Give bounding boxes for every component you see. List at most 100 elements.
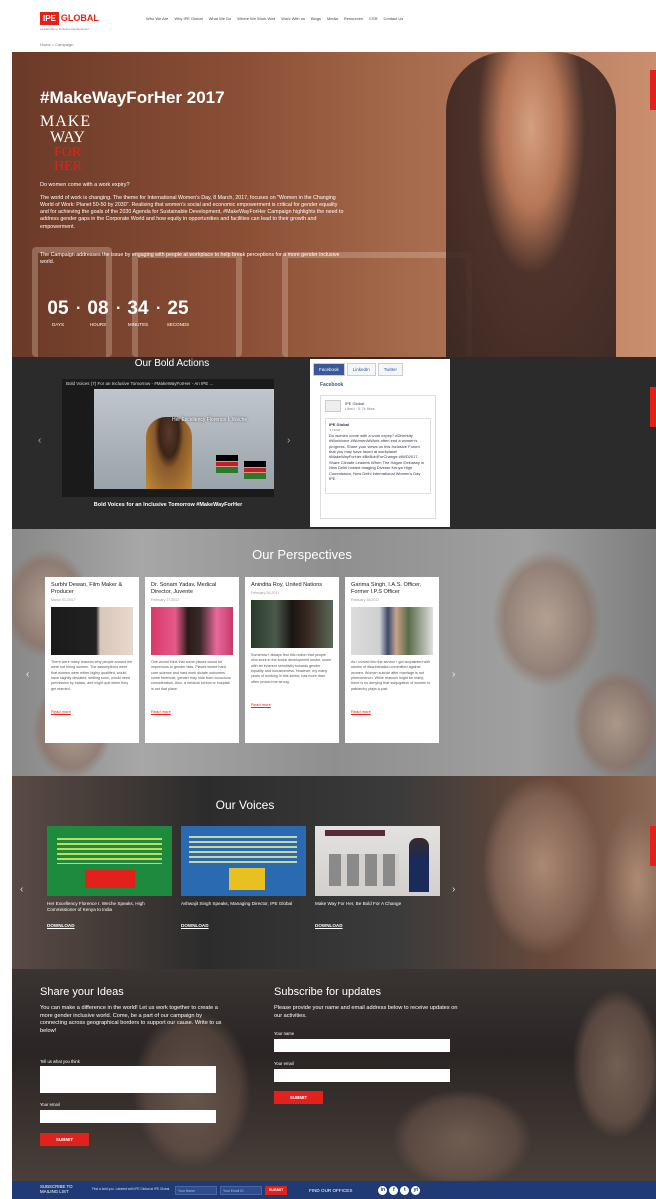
- share-submit-button[interactable]: SUBMIT: [40, 1133, 89, 1146]
- video-thumbnail: [94, 389, 274, 489]
- subscribe-email-label: Your email: [274, 1061, 294, 1066]
- social-feed-label: Facebook: [320, 382, 344, 388]
- nav-item-where-we-work[interactable]: Where We Work Well: [237, 16, 275, 21]
- carousel-prev-arrow[interactable]: ‹: [26, 669, 29, 680]
- logo-mark: IPE: [40, 11, 59, 25]
- read-more-link[interactable]: Read more: [251, 702, 333, 707]
- subscribe-submit-button[interactable]: SUBMIT: [274, 1091, 323, 1104]
- background-face: [602, 806, 656, 956]
- perspective-card: Anindita Roy, United Nations February 28…: [245, 577, 339, 743]
- read-more-link[interactable]: Read more: [351, 709, 433, 714]
- carousel-prev-arrow[interactable]: ‹: [20, 884, 23, 895]
- download-link[interactable]: DOWNLOAD: [315, 923, 440, 928]
- site-header: IPE GLOBAL Leadership in Inclusive Devel…: [0, 0, 656, 38]
- card-date: February 28,2017: [251, 590, 280, 595]
- video-player[interactable]: Bold Voices (7) For an Inclusive Tomorro…: [62, 379, 274, 497]
- nav-item-csr[interactable]: CSR: [369, 16, 377, 21]
- footer-email-input[interactable]: Your Email ID: [220, 1185, 262, 1195]
- countdown-label: SECONDS: [166, 322, 190, 327]
- main-nav: Who We Are Why IPE Global What We Do Whe…: [146, 16, 403, 21]
- nav-item-who-we-are[interactable]: Who We Are: [146, 16, 168, 21]
- download-link[interactable]: DOWNLOAD: [47, 923, 172, 928]
- carousel-next-arrow[interactable]: ›: [287, 435, 290, 446]
- nav-item-resources[interactable]: Resources: [344, 16, 363, 21]
- download-link[interactable]: DOWNLOAD: [181, 923, 306, 928]
- poster-banner: [85, 870, 135, 888]
- feed-page-likes: Liked · 5.7k likes: [345, 406, 375, 411]
- side-feedback-tab[interactable]: [650, 387, 656, 427]
- nav-item-media[interactable]: Media: [327, 16, 338, 21]
- footer-submit-button[interactable]: SUBMIT: [265, 1185, 287, 1195]
- card-date: March 02,2017: [51, 597, 75, 602]
- logo-line: WAY: [50, 129, 85, 146]
- chairs-graphic: [329, 854, 399, 886]
- countdown-days: 05 DAYS: [40, 298, 76, 327]
- subscribe-name-field[interactable]: [274, 1039, 450, 1052]
- side-feedback-tab[interactable]: [650, 826, 656, 866]
- share-title: Share your Ideas: [40, 986, 124, 998]
- voice-caption: Make Way For Her, Be Bold For A Change: [315, 901, 402, 906]
- nav-item-why-ipe[interactable]: Why IPE Global: [174, 16, 202, 21]
- social-feed-widget: Facebook LinkedIn Twitter Facebook IPE G…: [310, 359, 450, 527]
- background-face: [482, 776, 602, 956]
- feed-page-header: IPE Global Liked · 5.7k likes: [325, 400, 431, 412]
- share-subscribe-section: Share your Ideas You can make a differen…: [12, 969, 656, 1181]
- voice-poster-image[interactable]: [315, 826, 440, 896]
- perspective-card: Dr. Sonam Yadav, Medical Director, Juven…: [145, 577, 239, 743]
- nav-item-what-we-do[interactable]: What We Do: [209, 16, 232, 21]
- find-offices-link[interactable]: FIND OUR OFFICES: [309, 1188, 352, 1193]
- read-more-link[interactable]: Read more: [51, 709, 133, 714]
- perspective-card: Garima Singh, I.A.S. Officer, Former I.P…: [345, 577, 439, 743]
- background-face: [572, 989, 656, 1139]
- voice-card: Her Excellency Florence I. Weche Speaks,…: [47, 826, 172, 928]
- voice-card: Ashwajit Singh Speaks, Managing Director…: [181, 826, 306, 928]
- breadcrumb[interactable]: Home > Campaign: [40, 42, 73, 47]
- facebook-icon[interactable]: f: [389, 1185, 399, 1195]
- footer-bar: SUBSCRIBE TO MAILING LIST Find a bold yo…: [12, 1181, 656, 1199]
- carousel-next-arrow[interactable]: ›: [452, 884, 455, 895]
- poster-banner: [229, 868, 265, 890]
- kenya-flag-icon: [216, 455, 238, 473]
- carousel-prev-arrow[interactable]: ‹: [38, 435, 41, 446]
- voice-poster-image[interactable]: [47, 826, 172, 896]
- section-title: Our Voices: [215, 798, 275, 812]
- twitter-icon[interactable]: t: [400, 1185, 410, 1195]
- voices-section: Our Voices ‹ Her Excellency Florence I. …: [12, 776, 656, 969]
- subscribe-title: Subscribe for updates: [274, 986, 382, 998]
- subscribe-email-field[interactable]: [274, 1069, 450, 1082]
- nav-item-work-with-us[interactable]: Work With us: [281, 16, 305, 21]
- voice-poster-image[interactable]: [181, 826, 306, 896]
- share-email-field[interactable]: [40, 1110, 216, 1123]
- countdown-timer: 05 DAYS · 08 HOURS · 34 MINUTES · 25 SEC…: [40, 298, 196, 327]
- mailing-list-note: Find a bold you. Labeled with IPE Global…: [92, 1187, 171, 1192]
- hero-section: #MakeWayForHer 2017 MAKE WAY FOR HER Do …: [12, 52, 656, 357]
- logo-tagline: Leadership in Inclusive Development: [40, 27, 90, 31]
- poster-text-graphic: [57, 838, 162, 864]
- tab-facebook[interactable]: Facebook: [313, 363, 345, 376]
- ideas-textarea[interactable]: [40, 1066, 216, 1093]
- youtube-icon[interactable]: yt: [411, 1185, 421, 1195]
- countdown-value: 34: [127, 298, 149, 319]
- section-title: Our Perspectives: [252, 547, 352, 562]
- ipe-global-logo[interactable]: IPE GLOBAL: [40, 10, 99, 26]
- kenya-flag-icon: [244, 461, 266, 479]
- carousel-next-arrow[interactable]: ›: [452, 669, 455, 680]
- linkedin-icon[interactable]: in: [378, 1185, 388, 1195]
- tab-twitter[interactable]: Twitter: [377, 363, 404, 376]
- nav-item-contact[interactable]: Contact Us: [383, 16, 403, 21]
- hero-paragraph: The world of work is changing. The theme…: [40, 195, 344, 230]
- countdown-label: MINUTES: [127, 322, 149, 327]
- tab-linkedin[interactable]: LinkedIn: [346, 363, 376, 376]
- video-caption: Bold Voices for an Inclusive Tomorrow #M…: [93, 502, 243, 508]
- facebook-feed[interactable]: IPE Global Liked · 5.7k likes IPE Global…: [320, 395, 436, 519]
- countdown-value: 08: [87, 298, 109, 319]
- card-date: February 27,2017: [151, 597, 180, 602]
- video-speaker-name: Her Excellency Florence I. Weche: [172, 417, 248, 423]
- background-face: [492, 549, 602, 689]
- section-title: Our Bold Actions: [134, 358, 210, 369]
- social-icons: in f t yt: [378, 1185, 421, 1195]
- side-feedback-tab[interactable]: [650, 70, 656, 110]
- read-more-link[interactable]: Read more: [151, 709, 233, 714]
- nav-item-blogs[interactable]: Blogs: [311, 16, 321, 21]
- footer-name-input[interactable]: Your Name: [175, 1185, 217, 1195]
